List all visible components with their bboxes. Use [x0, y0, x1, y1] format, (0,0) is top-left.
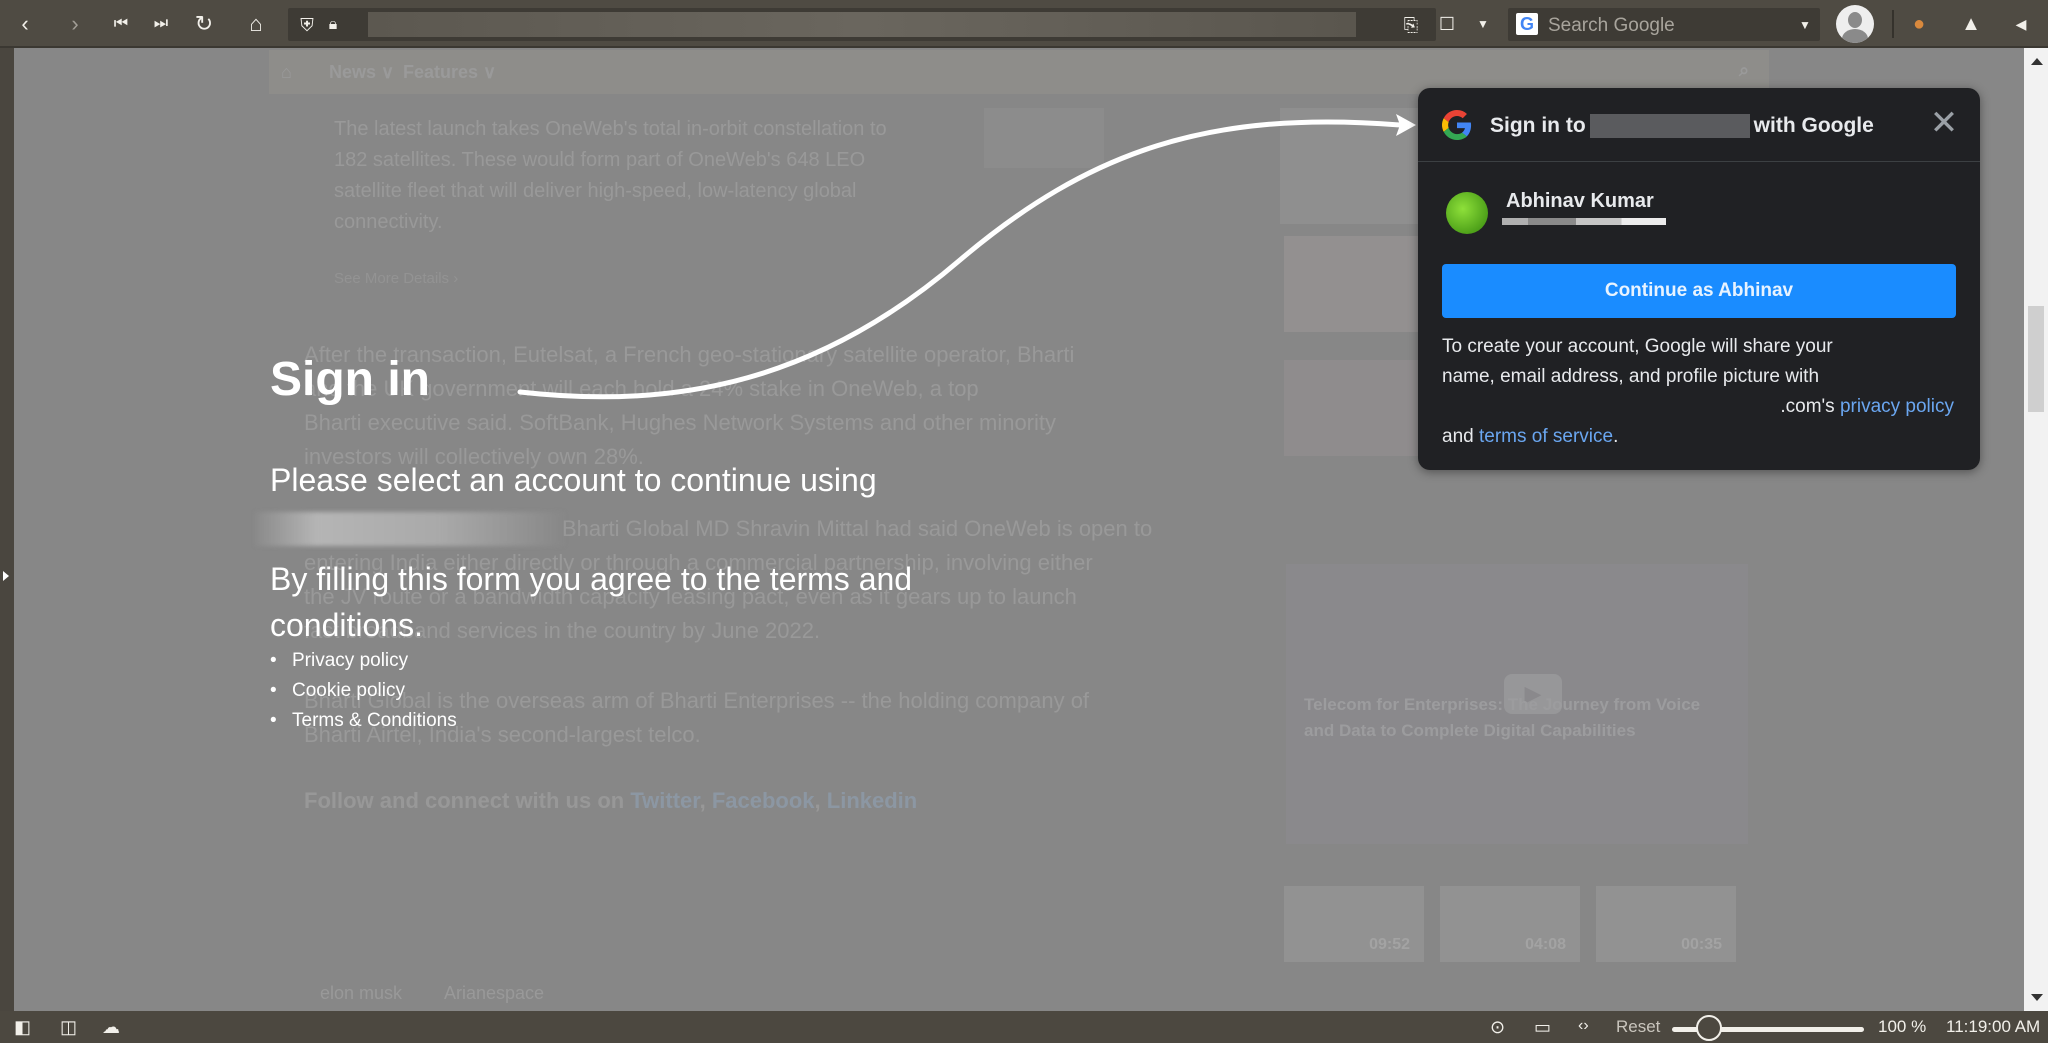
window-icon[interactable]: ▭ — [1534, 1017, 1551, 1038]
zoom-percent: 100 % — [1878, 1017, 1927, 1036]
zoom-slider-handle[interactable] — [1696, 1015, 1722, 1041]
zoom-reset-button[interactable]: Reset — [1616, 1017, 1660, 1037]
tiling-icon[interactable]: ◫ — [60, 1017, 77, 1038]
continue-as-button[interactable]: Continue as Abhinav — [1442, 264, 1956, 318]
account-name[interactable]: Abhinav Kumar — [1506, 190, 1654, 213]
account-email-redacted — [1502, 218, 1666, 225]
panel-toggle-icon[interactable]: ◧ — [14, 1017, 31, 1038]
privacy-policy-link[interactable]: privacy policy — [1840, 396, 1954, 417]
capture-camera-icon[interactable]: ⊙ — [1490, 1017, 1505, 1038]
page-actions-icon[interactable]: ‹› — [1578, 1017, 1589, 1035]
clock: 11:19:00 AM — [1946, 1017, 2041, 1036]
terms-of-service-link[interactable]: terms of service — [1479, 426, 1613, 447]
sync-cloud-icon[interactable]: ☁ — [102, 1017, 120, 1038]
popup-title: Sign in to with Google — [1490, 114, 1874, 139]
google-signin-popup: Sign in to with Google ✕ Abhinav Kumar Co… — [1418, 88, 1980, 470]
site-name-redacted — [1589, 114, 1750, 139]
close-icon[interactable]: ✕ — [1928, 106, 1960, 140]
google-g-icon — [1442, 110, 1472, 140]
status-bar: ◧ ◫ ☁ ⊙ ▭ ‹› Reset 100 % 11:19:00 AM — [0, 1011, 2048, 1043]
account-avatar[interactable] — [1446, 192, 1488, 234]
consent-info: To create your account, Google will shar… — [1442, 336, 1954, 447]
popup-header: Sign in to with Google ✕ — [1418, 88, 1980, 162]
